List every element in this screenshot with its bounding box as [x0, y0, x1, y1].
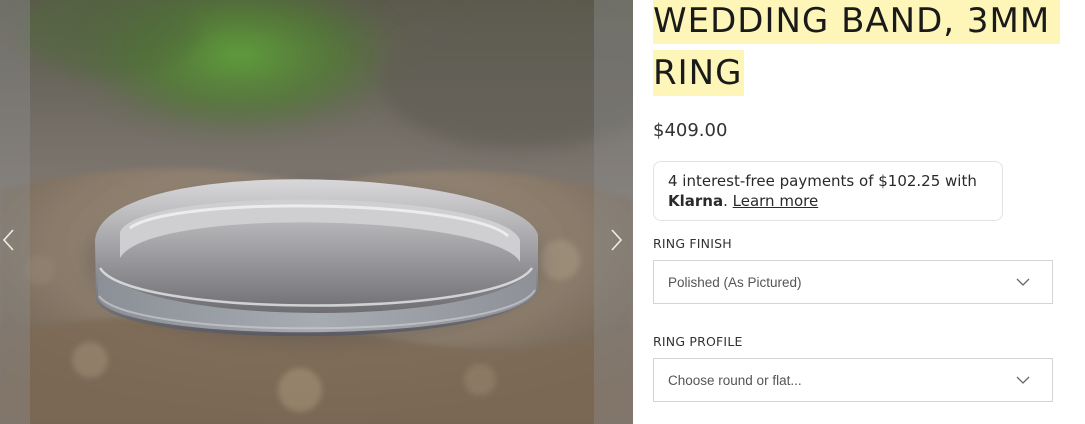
ring-finish-value: Polished (As Pictured) [668, 274, 802, 290]
product-title-line-2: RING [653, 50, 745, 96]
ring-finish-label: RING FINISH [653, 236, 732, 251]
chevron-down-icon [1016, 376, 1030, 384]
chevron-right-icon [611, 229, 623, 251]
klarna-installment-text: 4 interest-free payments of $102.25 with [668, 172, 977, 190]
gallery-next-button[interactable] [607, 226, 625, 254]
klarna-payment-box: 4 interest-free payments of $102.25 with… [653, 161, 1003, 221]
ring-finish-select[interactable]: Polished (As Pictured) [653, 260, 1053, 304]
product-info: WEDDING BAND, 3MM RING $409.00 4 interes… [653, 0, 1085, 424]
gallery-left-shade [0, 0, 30, 424]
gallery-prev-button[interactable] [0, 226, 18, 254]
gallery-right-shade [594, 0, 633, 424]
product-price: $409.00 [653, 120, 728, 141]
chevron-left-icon [2, 229, 14, 251]
product-gallery [0, 0, 633, 424]
klarna-learn-more-link[interactable]: Learn more [733, 192, 819, 210]
ring-profile-label: RING PROFILE [653, 334, 743, 349]
ring-profile-select[interactable]: Choose round or flat... [653, 358, 1053, 402]
product-image [0, 0, 633, 424]
klarna-brand: Klarna [668, 192, 724, 210]
chevron-down-icon [1016, 278, 1030, 286]
ring-profile-placeholder: Choose round or flat... [668, 372, 802, 388]
product-title-line-1: WEDDING BAND, 3MM [653, 0, 1061, 44]
